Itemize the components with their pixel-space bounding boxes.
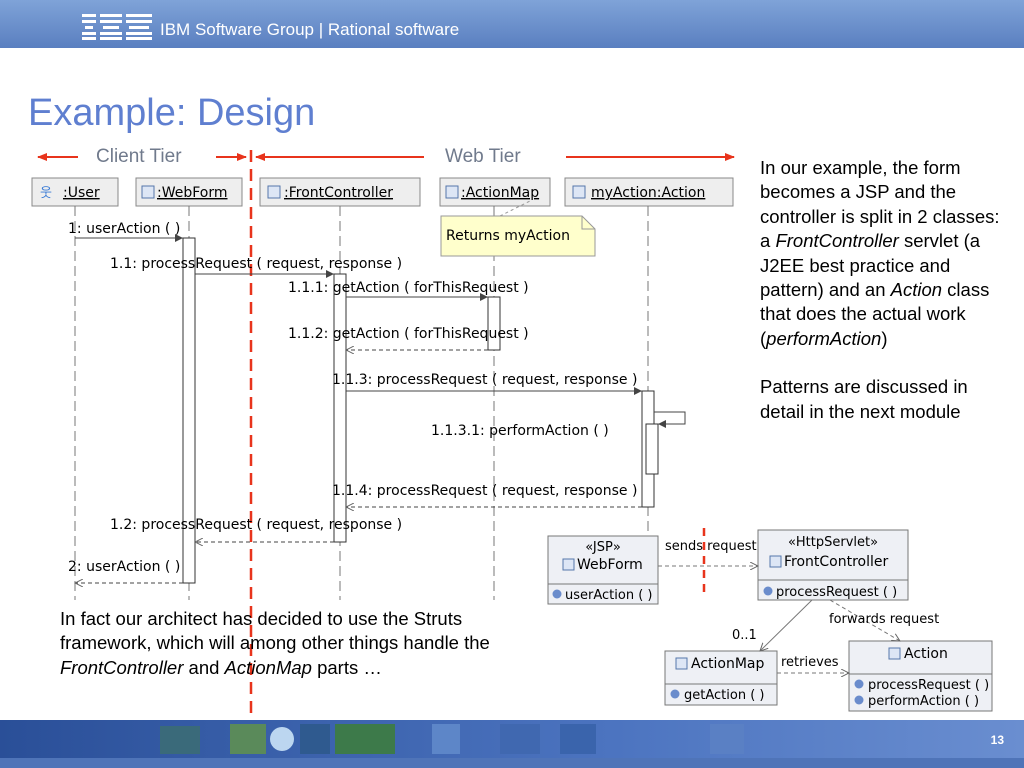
svg-text:getAction ( ): getAction ( ) xyxy=(684,688,764,703)
class-icon xyxy=(562,558,575,571)
svg-text:1.2: processRequest ( request,: 1.2: processRequest ( request, response … xyxy=(110,517,402,533)
lifeline-frontcontroller-label: :FrontController xyxy=(284,185,393,201)
class-frontcontroller: «HttpServlet» FrontController processReq… xyxy=(757,529,909,601)
svg-text:Action: Action xyxy=(904,646,948,662)
relation-sends-request: sends request xyxy=(658,539,758,566)
note-returns-myaction: Returns myAction xyxy=(440,199,596,257)
svg-text:sends request: sends request xyxy=(665,539,757,554)
message-2: 2: userAction ( ) xyxy=(68,559,183,583)
lifeline-webform: :WebForm xyxy=(135,177,243,207)
class-icon xyxy=(267,185,281,199)
svg-text:1: userAction ( ): 1: userAction ( ) xyxy=(68,221,180,237)
class-icon xyxy=(572,185,586,199)
message-1-1-1: 1.1.1: getAction ( forThisRequest ) xyxy=(288,280,529,301)
class-icon xyxy=(888,647,901,660)
lifeline-user-label: :User xyxy=(63,185,100,201)
lifeline-user: 웃 :User xyxy=(31,177,119,207)
footer-decoration xyxy=(160,724,744,754)
svg-text:WebForm: WebForm xyxy=(577,557,643,573)
svg-text:performAction ( ): performAction ( ) xyxy=(868,694,979,709)
class-icon xyxy=(445,185,459,199)
svg-text:1.1.3.1: performAction ( ): 1.1.3.1: performAction ( ) xyxy=(431,423,609,439)
lifeline-action: myAction:Action xyxy=(564,177,734,207)
message-1: 1: userAction ( ) xyxy=(68,221,183,242)
svg-text:processRequest ( ): processRequest ( ) xyxy=(776,585,897,600)
svg-text:ActionMap: ActionMap xyxy=(691,656,765,672)
class-action: Action processRequest ( ) performAction … xyxy=(848,640,993,712)
svg-text:1.1.2: getAction ( forThisRequ: 1.1.2: getAction ( forThisRequest ) xyxy=(288,326,529,342)
user-icon: 웃 xyxy=(40,186,52,201)
note-text: Returns myAction xyxy=(446,228,570,244)
message-1-1-4: 1.1.4: processRequest ( request, respons… xyxy=(332,483,642,507)
svg-text:1.1.3: processRequest ( reques: 1.1.3: processRequest ( request, respons… xyxy=(332,372,637,388)
lifeline-webform-label: :WebForm xyxy=(157,185,228,201)
message-1-1-3: 1.1.3: processRequest ( request, respons… xyxy=(332,372,642,395)
page-number: 13 xyxy=(990,733,1004,747)
svg-text:1.1.1: getAction ( forThisRequ: 1.1.1: getAction ( forThisRequest ) xyxy=(288,280,529,296)
svg-text:1.1.4: processRequest ( reques: 1.1.4: processRequest ( request, respons… xyxy=(332,483,637,499)
class-webform: «JSP» WebForm userAction ( ) xyxy=(547,535,659,605)
message-1-1: 1.1: processRequest ( request, response … xyxy=(110,256,402,278)
explanation-text: In our example, the form becomes a JSP a… xyxy=(760,157,1000,422)
svg-text:0..1: 0..1 xyxy=(732,628,757,643)
patterns-note: Patterns are discussed in detail in the … xyxy=(760,376,968,422)
operation-icon xyxy=(854,679,864,689)
svg-text:retrieves: retrieves xyxy=(781,655,839,670)
footer-image-strip xyxy=(0,720,1024,758)
svg-text:FrontController: FrontController xyxy=(784,554,889,570)
class-icon xyxy=(141,185,155,199)
operation-icon xyxy=(854,695,864,705)
lifeline-action-label: myAction:Action xyxy=(591,185,705,201)
struts-note: In fact our architect has decided to use… xyxy=(60,608,490,678)
svg-text:«JSP»: «JSP» xyxy=(585,540,621,555)
svg-text:1.1: processRequest ( request,: 1.1: processRequest ( request, response … xyxy=(110,256,402,272)
relation-actionmap: 0..1 xyxy=(732,599,813,651)
svg-text:userAction ( ): userAction ( ) xyxy=(565,588,652,603)
lifeline-frontcontroller: :FrontController xyxy=(259,177,421,207)
lifeline-actionmap-label: :ActionMap xyxy=(461,185,539,201)
svg-text:forwards request: forwards request xyxy=(829,612,939,627)
class-icon xyxy=(769,555,782,568)
relation-forwards-request: forwards request xyxy=(829,599,939,641)
lifeline-actionmap: :ActionMap xyxy=(439,177,551,207)
relation-retrieves: retrieves xyxy=(777,655,849,673)
class-actionmap: ActionMap getAction ( ) xyxy=(664,650,778,706)
operation-icon xyxy=(552,589,562,599)
class-icon xyxy=(675,657,688,670)
operation-icon xyxy=(670,689,680,699)
operation-icon xyxy=(763,586,773,596)
svg-text:«HttpServlet»: «HttpServlet» xyxy=(788,535,878,550)
svg-text:processRequest ( ): processRequest ( ) xyxy=(868,678,989,693)
svg-text:2: userAction ( ): 2: userAction ( ) xyxy=(68,559,180,575)
message-1-2: 1.2: processRequest ( request, response … xyxy=(110,517,402,542)
